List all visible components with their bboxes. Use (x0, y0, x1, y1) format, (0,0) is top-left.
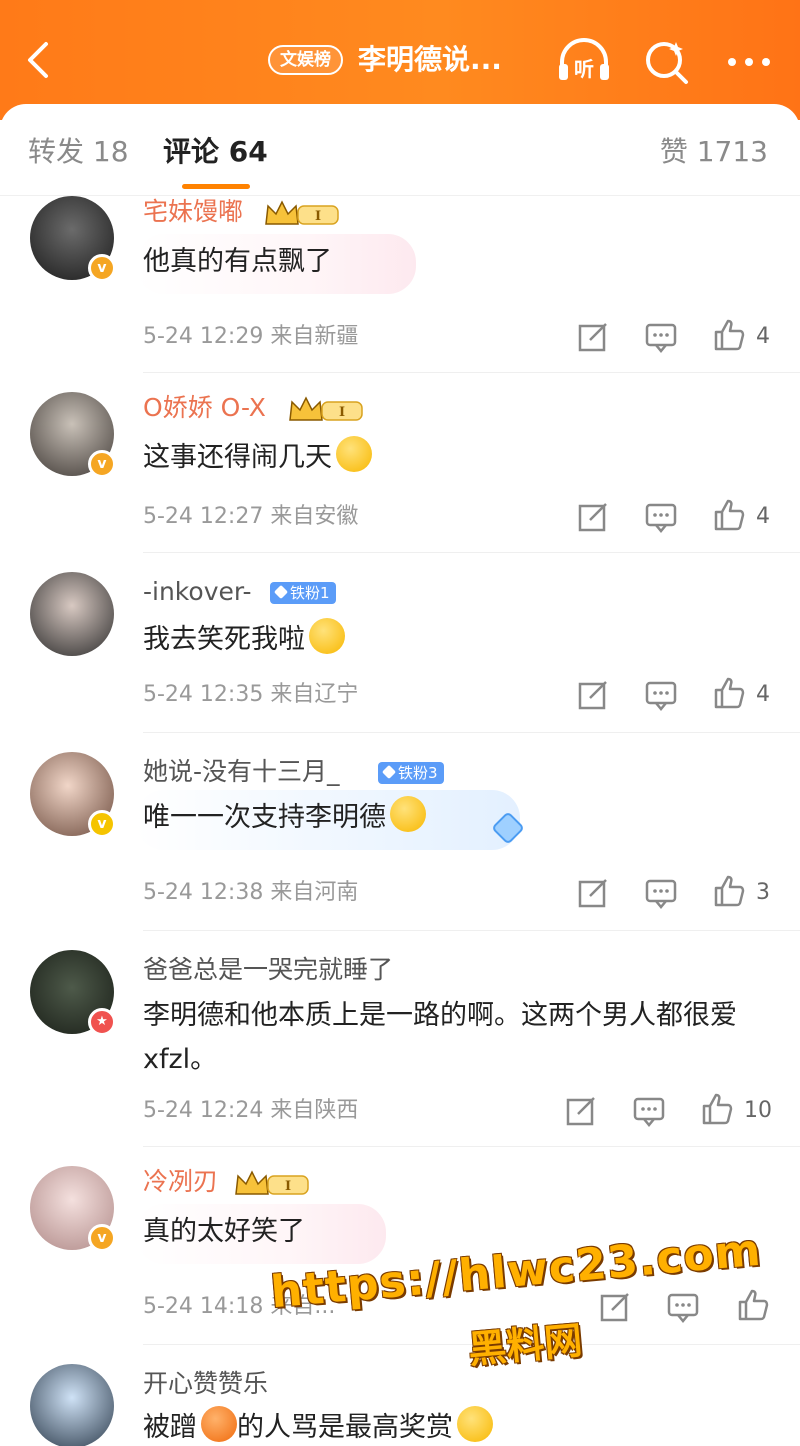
verified-badge: v (88, 254, 116, 282)
watermark-label: 黑料网 (466, 1318, 585, 1372)
like-icon[interactable] (712, 676, 746, 710)
comment-icon[interactable] (632, 1094, 666, 1128)
listen-icon: 听 (559, 38, 609, 81)
username[interactable]: 冷冽刃 (143, 1166, 218, 1198)
comment-item: v 她说-没有十三月_ 铁粉3 唯一一次支持李明德 5-24 12:38 来自河… (0, 752, 800, 932)
divider (143, 1146, 800, 1147)
comment-text: 这事还得闹几天 (143, 442, 332, 473)
comment-icon[interactable] (644, 500, 678, 534)
comment-text: 李明德和他本质上是一路的啊。这两个男人都很爱 xfzl。 (143, 1000, 737, 1075)
comment-item: v O娇娇 O-X I 这事还得闹几天 5-24 12:27 来自安徽 4 (0, 392, 800, 553)
divider (143, 930, 800, 931)
divider (143, 552, 800, 553)
comment-location: 来自陕西 (270, 1098, 359, 1123)
share-icon[interactable] (598, 1290, 632, 1324)
like-icon[interactable] (712, 498, 746, 532)
comment-text-part: 被蹭 (143, 1412, 197, 1443)
like-count: 10 (744, 1098, 772, 1123)
like-count: 3 (756, 880, 770, 905)
laugh-cry-emoji-icon (309, 618, 345, 654)
laugh-cry-emoji-icon (390, 796, 426, 832)
fan-badge: 铁粉3 (378, 762, 444, 784)
comment-time: 5-24 12:38 (143, 880, 264, 905)
comment-time: 5-24 12:29 (143, 324, 264, 349)
username[interactable]: O娇娇 O-X (143, 392, 266, 424)
fan-badge: 铁粉1 (270, 582, 336, 604)
tab-comments[interactable]: 评论 64 (163, 134, 268, 170)
comment-item: v 宅妹馒嘟 I 他真的有点飘了 5-24 12:29 来自新疆 4 (0, 196, 800, 373)
comment-icon[interactable] (644, 876, 678, 910)
tab-likes[interactable]: 赞 1713 (660, 134, 768, 170)
page-title: 李明德说... (358, 43, 502, 76)
divider (143, 372, 800, 373)
comment-icon[interactable] (666, 1290, 700, 1324)
tab-repost[interactable]: 转发 18 (28, 134, 129, 170)
avatar[interactable] (30, 1364, 114, 1446)
like-icon[interactable] (712, 874, 746, 908)
username[interactable]: 爸爸总是一哭完就睡了 (143, 954, 393, 986)
comment-text-part: 的人骂是最高奖赏 (237, 1412, 453, 1443)
comment-time: 5-24 12:24 (143, 1098, 264, 1123)
like-icon[interactable] (700, 1092, 734, 1126)
comment-icon[interactable] (644, 320, 678, 354)
crown-level-badge: I (265, 200, 339, 225)
crown-level-text: I (339, 405, 345, 420)
comment-location: 来自新疆 (270, 324, 359, 349)
crown-level-text: I (315, 209, 321, 224)
username[interactable]: 开心赞赞乐 (143, 1368, 268, 1400)
verified-badge: v (88, 1224, 116, 1252)
comment-item: -inkover- 铁粉1 我去笑死我啦 5-24 12:35 来自辽宁 4 (0, 572, 800, 733)
search-button[interactable] (640, 36, 696, 88)
username[interactable]: 她说-没有十三月_ (143, 756, 340, 788)
comment-text: 我去笑死我啦 (143, 624, 305, 655)
tab-bar: 转发 18 评论 64 赞 1713 (0, 104, 800, 196)
avatar[interactable] (30, 572, 114, 656)
share-icon[interactable] (576, 678, 610, 712)
share-icon[interactable] (576, 500, 610, 534)
search-icon (646, 42, 688, 84)
comment-location: 来自安徽 (270, 504, 359, 529)
orange-emoji-icon (201, 1406, 237, 1442)
like-icon[interactable] (712, 318, 746, 352)
more-icon (728, 58, 770, 66)
comment-text: 他真的有点飘了 (143, 246, 332, 277)
like-count: 4 (756, 504, 770, 529)
comment-item: 开心赞赞乐 被蹭 的人骂是最高奖赏 (0, 1364, 800, 1446)
back-button[interactable] (22, 38, 62, 82)
more-button[interactable] (722, 36, 778, 88)
listen-button[interactable]: 听 (556, 36, 612, 88)
star-badge: ★ (88, 1008, 116, 1036)
comment-location: 来自河南 (270, 880, 359, 905)
listen-label: 听 (574, 57, 594, 81)
comment-item: ★ 爸爸总是一哭完就睡了 李明德和他本质上是一路的啊。这两个男人都很爱 xfzl… (0, 950, 800, 1150)
comment-icon[interactable] (644, 678, 678, 712)
comment-time: 5-24 12:35 (143, 682, 264, 707)
like-icon[interactable] (736, 1288, 770, 1322)
divider (143, 732, 800, 733)
username[interactable]: -inkover- (143, 576, 252, 608)
smirk-emoji-icon (457, 1406, 493, 1442)
share-icon[interactable] (576, 876, 610, 910)
comment-text: 唯一一次支持李明德 (143, 802, 386, 833)
comment-time: 5-24 14:18 (143, 1294, 264, 1319)
hot-list-badge[interactable]: 文娱榜 (268, 45, 343, 75)
like-count: 4 (756, 324, 770, 349)
crown-level-badge: I (235, 1170, 309, 1195)
share-icon[interactable] (564, 1094, 598, 1128)
crown-level-text: I (285, 1179, 291, 1194)
share-icon[interactable] (576, 320, 610, 354)
username[interactable]: 宅妹馒嘟 (143, 196, 243, 228)
top-bar: 文娱榜 李明德说... 听 (0, 0, 800, 120)
active-tab-indicator (182, 184, 250, 189)
verified-badge: v (88, 450, 116, 478)
back-icon (28, 42, 48, 78)
verified-badge: v (88, 810, 116, 838)
crown-level-badge: I (289, 396, 363, 421)
comment-location: 来自辽宁 (270, 682, 359, 707)
like-count: 4 (756, 682, 770, 707)
smirk-emoji-icon (336, 436, 372, 472)
comment-time: 5-24 12:27 (143, 504, 264, 529)
